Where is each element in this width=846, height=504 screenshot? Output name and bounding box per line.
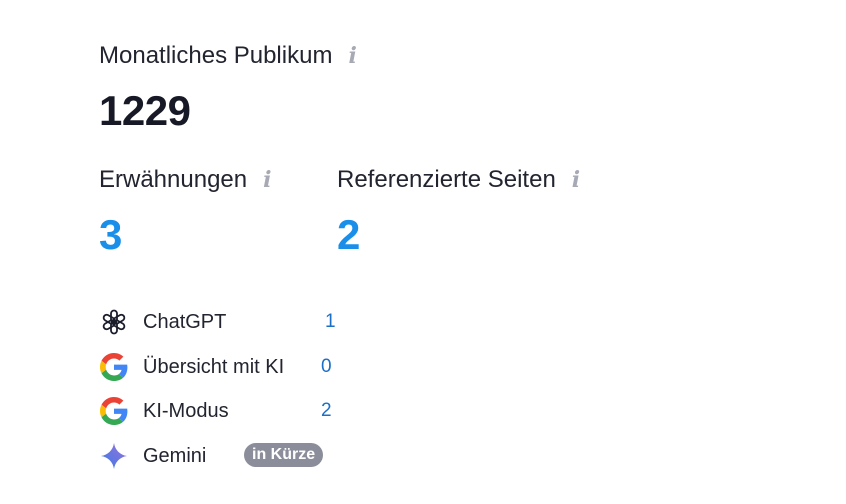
referenced-pages-label-row: Referenzierte Seiten i [337, 166, 580, 194]
source-count[interactable]: 2 [321, 400, 332, 422]
info-icon[interactable]: i [348, 45, 356, 67]
source-row-ai-mode: KI-Modus 2 [99, 396, 332, 426]
info-icon[interactable]: i [263, 169, 271, 191]
mentions-value[interactable]: 3 [99, 214, 122, 256]
mentions-label-row: Erwähnungen i [99, 166, 271, 194]
source-name: KI-Modus [143, 399, 229, 422]
google-icon [99, 396, 129, 426]
coming-soon-badge: in Kürze [244, 443, 324, 467]
chatgpt-icon [99, 307, 129, 337]
source-name: Übersicht mit KI [143, 355, 285, 378]
mentions-label: Erwähnungen [99, 166, 248, 193]
source-row-ai-overview: Übersicht mit KI 0 [99, 352, 332, 382]
source-name: ChatGPT [143, 310, 227, 333]
referenced-pages-value[interactable]: 2 [337, 214, 360, 256]
source-count[interactable]: 0 [321, 356, 332, 378]
monthly-audience-label-row: Monatliches Publikum i [99, 42, 357, 70]
source-name: Gemini [143, 444, 207, 467]
info-icon[interactable]: i [572, 169, 580, 191]
source-row-chatgpt: ChatGPT 1 [99, 307, 336, 337]
source-row-gemini: Gemini in Kürze [99, 441, 324, 471]
monthly-audience-label: Monatliches Publikum [99, 42, 333, 69]
google-icon [99, 352, 129, 382]
source-count[interactable]: 1 [325, 311, 336, 333]
referenced-pages-label: Referenzierte Seiten [337, 166, 556, 193]
gemini-icon [99, 441, 129, 471]
monthly-audience-value: 1229 [99, 87, 191, 134]
